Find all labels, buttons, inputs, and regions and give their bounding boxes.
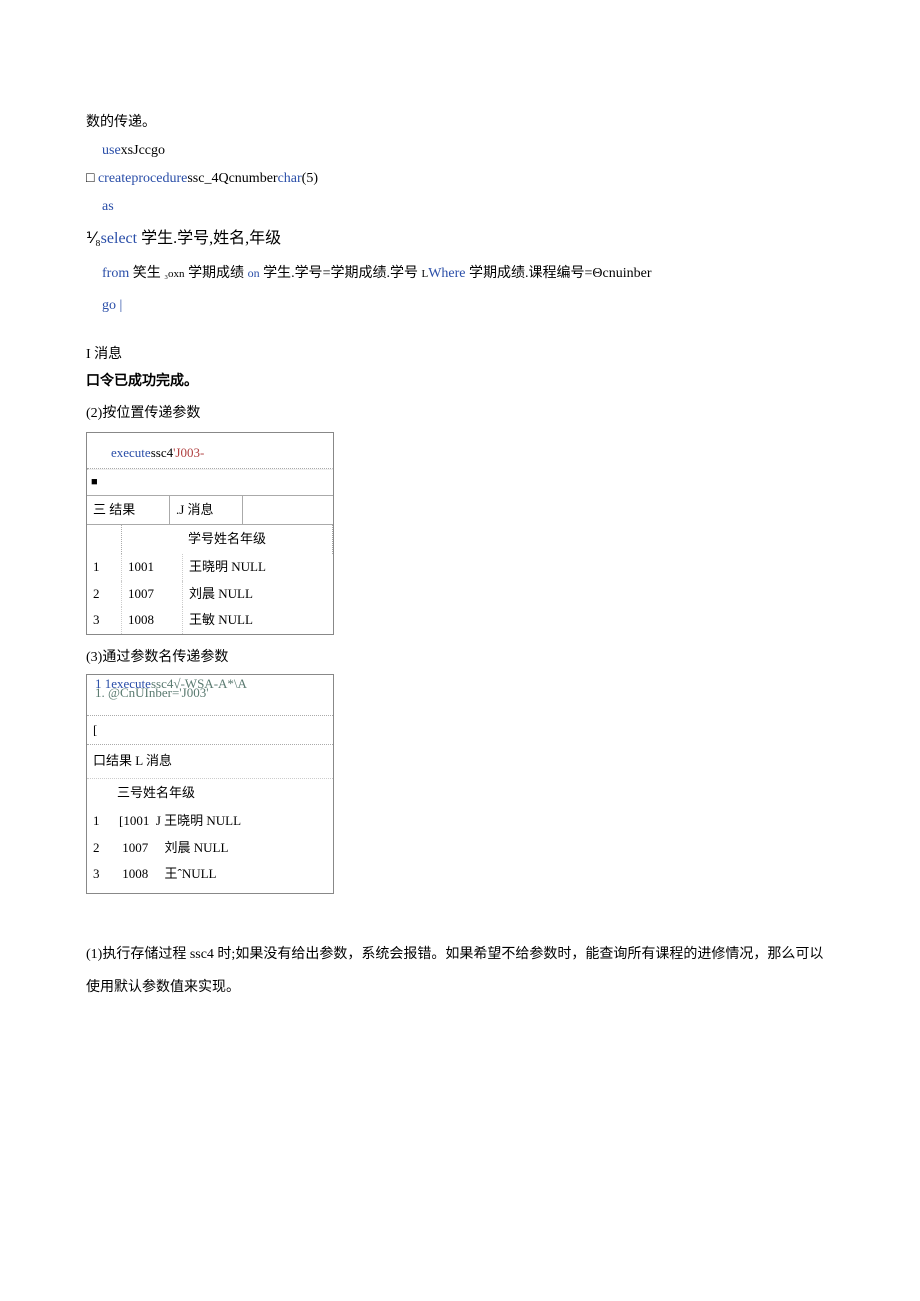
result-table-1: 学号姓名年级 1 1001 王晓明 NULL 2 1007 刘晨 NULL 3 … (87, 525, 333, 634)
table-row: 1 1001 王晓明 NULL (87, 554, 333, 581)
code-line-use: usexsJccgo (86, 137, 834, 165)
col-header-2: 三号姓名年级 (87, 779, 333, 808)
result-box-1: executessc4'J003- ■ 三 结果 .J 消息 学号姓名年级 1 … (86, 432, 334, 635)
code-line-create: □ createproceduressc_4Qcnumberchar(5) (86, 165, 834, 193)
result-box-2: 1 1executessc4√-WSA-A*\A 1. @CnUInber='J… (86, 674, 334, 894)
code-line-select: ⅟₈select 学生.学号,姓名,年级 (86, 221, 834, 256)
table-row: 2 1007 刘晨 NULL (87, 835, 333, 862)
result-tabs: 三 结果 .J 消息 (87, 495, 333, 526)
message-label: I 消息 (86, 342, 834, 369)
code-line-go: go | (86, 292, 834, 320)
sql-exec-2: 1 1executessc4√-WSA-A*\A 1. @CnUInber='J… (87, 675, 333, 716)
code-line-as: as (86, 193, 834, 221)
table-row: 3 1008 王敏 NULL (87, 607, 333, 634)
sql-exec-1: executessc4'J003- (87, 433, 333, 468)
section-3-heading: (3)通过参数名传递参数 (86, 645, 834, 672)
table-row: 1 [1001 J 王晓明 NULL (87, 808, 333, 835)
intro-text: 数的传递。 (86, 110, 834, 137)
col-header: 学号姓名年级 (122, 525, 333, 554)
tab-results[interactable]: 三 结果 (87, 495, 170, 525)
document-page: 数的传递。 usexsJccgo □ createproceduressc_4Q… (0, 0, 920, 1045)
black-square-icon: ■ (87, 470, 333, 495)
bracket-line: [ (87, 716, 333, 746)
table-row: 2 1007 刘晨 NULL (87, 581, 333, 608)
paragraph-1: (1)执行存储过程 ssc4 时;如果没有给出参数，系统会报错。如果希望不给参数… (86, 938, 834, 1005)
table-row: 3 1008 王ˆNULL (87, 861, 333, 893)
tab-messages[interactable]: .J 消息 (170, 495, 243, 525)
result-tabs-2: 口结果 L 消息 (87, 745, 333, 779)
success-message: 口令已成功完成。 (86, 369, 834, 396)
section-2-heading: (2)按位置传递参数 (86, 401, 834, 428)
code-line-from: from 笑生 ₃oxn 学期成绩 on 学生.学号=学期成绩.学号 LWher… (86, 256, 834, 292)
